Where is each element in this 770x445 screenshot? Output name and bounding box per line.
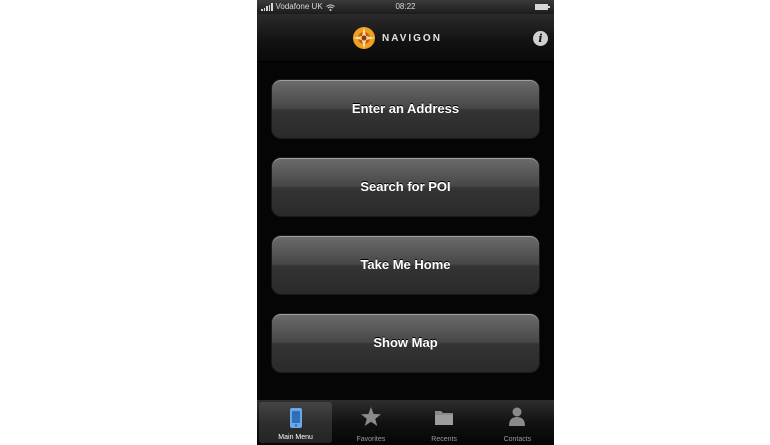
take-me-home-button[interactable]: Take Me Home [272,236,539,294]
tab-bar: Main Menu Favorites Recents Contacts [257,400,554,445]
enter-address-button[interactable]: Enter an Address [272,80,539,138]
main-menu: Enter an Address Search for POI Take Me … [257,62,554,400]
tab-favorites[interactable]: Favorites [334,400,407,445]
status-bar: Vodafone UK 08:22 [257,0,554,14]
status-time: 08:22 [395,2,416,11]
tab-label: Recents [431,436,457,443]
navigon-logo-icon [353,27,375,49]
phone-screen: Vodafone UK 08:22 NAVIGON i Enter an Add… [257,0,554,445]
tab-contacts[interactable]: Contacts [481,400,554,445]
battery-icon [535,4,550,10]
navigon-logo: NAVIGON [352,26,442,50]
tab-label: Main Menu [278,434,313,441]
logo-text: NAVIGON [382,32,442,44]
folder-icon [435,411,454,425]
info-icon[interactable]: i [533,31,548,46]
tab-label: Contacts [503,436,532,443]
tab-main-menu[interactable]: Main Menu [259,402,333,443]
tab-label: Favorites [356,436,386,443]
person-icon [509,407,526,426]
star-icon [360,407,381,426]
tab-recents[interactable]: Recents [408,400,481,445]
search-poi-button[interactable]: Search for POI [272,158,539,216]
show-map-button[interactable]: Show Map [272,314,539,372]
nav-bar: NAVIGON i [257,14,554,62]
main-menu-icon [289,408,302,428]
